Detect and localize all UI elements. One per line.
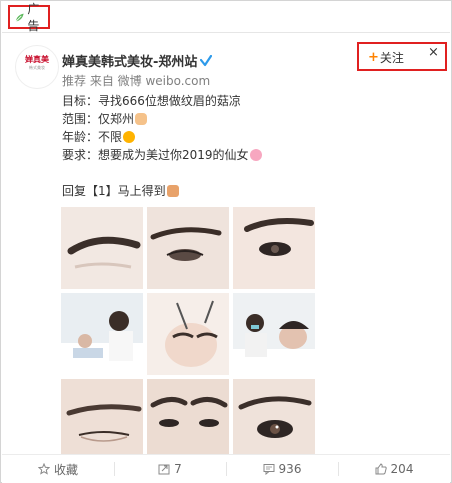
comment-button[interactable]: 936 — [226, 455, 338, 483]
photo[interactable] — [147, 207, 229, 289]
repost-button[interactable]: 7 — [114, 455, 226, 483]
logo-name: 婵真美 — [25, 55, 49, 64]
like-icon — [375, 463, 387, 475]
leaf-icon — [15, 13, 24, 22]
repost-icon — [158, 464, 170, 475]
post-line: 年龄：不限 — [62, 128, 412, 146]
plus-icon: + — [368, 50, 379, 65]
photo[interactable] — [61, 293, 143, 375]
favorite-label: 收藏 — [53, 462, 78, 477]
like-count: 204 — [390, 462, 414, 476]
follow-highlight: + 关注 × — [357, 42, 447, 71]
photo[interactable] — [233, 207, 315, 289]
post-line: 要求：想要成为美过你2019的仙女 — [62, 146, 412, 164]
hand-emoji-icon — [135, 113, 148, 125]
post-meta: 推荐 来自 微博 weibo.com — [62, 74, 211, 88]
verified-icon — [200, 55, 213, 67]
close-icon[interactable]: × — [428, 45, 439, 60]
follow-label: 关注 — [379, 51, 404, 65]
arm-emoji-icon — [166, 185, 179, 197]
photo[interactable] — [61, 379, 143, 461]
photo[interactable] — [147, 293, 229, 375]
ad-label: 广告 — [27, 2, 40, 33]
post-line: 目标：寻找666位想做纹眉的菇凉 — [62, 94, 241, 108]
pig-emoji-icon — [249, 149, 262, 161]
repost-count: 7 — [174, 462, 182, 476]
like-button[interactable]: 204 — [338, 455, 450, 483]
post-text: 目标：寻找666位想做纹眉的菇凉 范围：仅郑州 年龄：不限 要求：想要成为美过你… — [62, 92, 412, 200]
comment-count: 936 — [278, 462, 302, 476]
author-name[interactable]: 婵真美韩式美妆-郑州站 — [62, 51, 213, 70]
action-bar: 收藏 7 936 204 — [2, 455, 450, 483]
follow-button[interactable]: + 关注 — [368, 49, 404, 66]
star-icon — [37, 463, 50, 475]
photo[interactable] — [147, 379, 229, 461]
photo[interactable] — [61, 207, 143, 289]
photo[interactable] — [233, 379, 315, 461]
smile-emoji-icon — [123, 131, 136, 143]
post-line: 回复【1】马上得到 — [62, 182, 412, 200]
weibo-ad-card: 广告 婵真美 韩式美妆 婵真美韩式美妆-郑州站 推荐 来自 微博 weibo.c… — [0, 0, 452, 483]
avatar[interactable]: 婵真美 韩式美妆 — [15, 45, 59, 89]
ad-label-highlight: 广告 — [8, 2, 50, 33]
author-name-text[interactable]: 婵真美韩式美妆-郑州站 — [62, 55, 197, 70]
logo-sub: 韩式美妆 — [29, 65, 45, 70]
post-line — [62, 164, 412, 182]
favorite-button[interactable]: 收藏 — [2, 455, 114, 483]
ad-strip: 广告 — [2, 2, 450, 33]
post-line: 范围：仅郑州 — [62, 110, 412, 128]
photo[interactable] — [233, 293, 315, 375]
comment-icon — [263, 464, 275, 475]
